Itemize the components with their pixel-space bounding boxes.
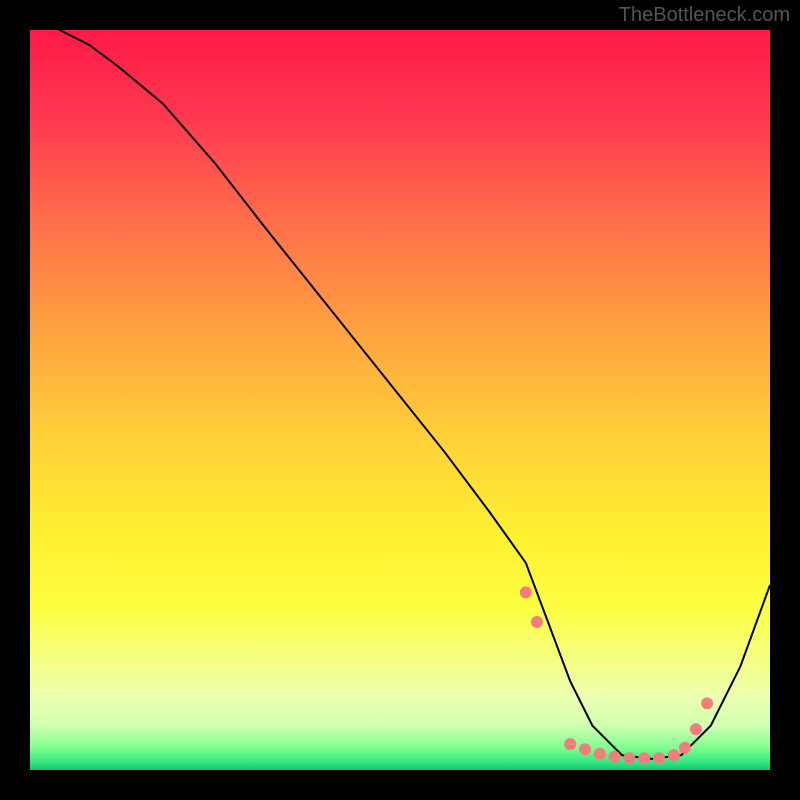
bottleneck-marker	[701, 697, 713, 709]
bottleneck-marker	[679, 742, 691, 754]
bottleneck-marker	[690, 723, 702, 735]
bottleneck-marker	[623, 752, 635, 764]
bottleneck-marker	[531, 616, 543, 628]
watermark-label: TheBottleneck.com	[619, 4, 790, 27]
bottleneck-marker	[564, 738, 576, 750]
bottleneck-marker	[653, 752, 665, 764]
bottleneck-marker	[638, 752, 650, 764]
bottleneck-marker	[668, 749, 680, 761]
chart-svg	[30, 30, 770, 770]
bottleneck-marker	[594, 748, 606, 760]
chart-plot-area	[30, 30, 770, 770]
bottleneck-marker	[609, 751, 621, 763]
bottleneck-marker	[520, 586, 532, 598]
gradient-background	[30, 30, 770, 770]
bottleneck-marker	[579, 743, 591, 755]
